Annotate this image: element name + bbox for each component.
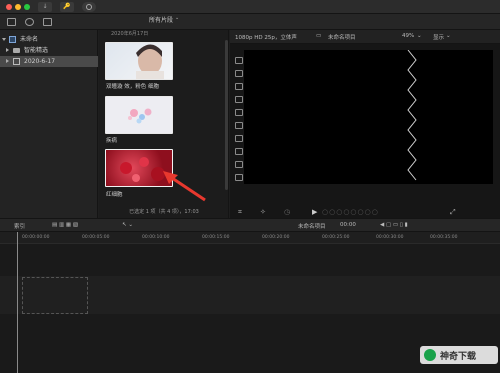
disclosure-triangle-icon[interactable]: [6, 48, 9, 52]
filmstrip-frame: [235, 96, 243, 103]
viewer: 1080p HD 25p，立体声 ▭ 未命名项目 49% ⌄ 显示 ⌄ ⌗ ✧ …: [230, 30, 500, 218]
enhance-icon[interactable]: ✧: [260, 208, 266, 216]
sidebar-item-library[interactable]: 未命名: [0, 34, 98, 45]
browser-status: 已选定 1 项（共 4 项），17:03: [129, 209, 199, 215]
ruler-tick-label: 00:00:00:00: [22, 235, 50, 240]
display-dropdown[interactable]: 显示: [433, 33, 444, 41]
empty-storyline-placeholder: [22, 277, 88, 314]
chevron-down-icon: ⌄: [175, 15, 180, 21]
filmstrip-frame: [235, 135, 243, 142]
ruler-tick-label: 00:00:35:00: [430, 235, 458, 240]
watermark-logo-icon: [424, 349, 436, 361]
select-tool-icon[interactable]: ↖ ⌄: [122, 222, 133, 228]
browser-header: 所有片段 ⌄ 2020年6月17日: [99, 15, 229, 40]
format-label: 1080p HD 25p，立体声: [235, 35, 297, 41]
clip-image: [136, 44, 164, 79]
chevron-down-icon: ⌄: [417, 33, 422, 39]
filmstrip-frame: [235, 70, 243, 77]
timecode-display: ○○○○○○○○: [322, 208, 379, 216]
clip-image: [128, 108, 152, 124]
filmstrip-frame: [235, 148, 243, 155]
ruler-tick-label: 00:00:20:00: [262, 235, 290, 240]
zigzag-line: [407, 49, 417, 181]
browser-toolbar: [0, 14, 500, 30]
project-icon: ▭: [316, 33, 322, 39]
ruler-tick-label: 00:00:15:00: [202, 235, 230, 240]
keyword-button[interactable]: 🔑: [60, 2, 74, 12]
disclosure-triangle-icon[interactable]: [2, 38, 6, 41]
event-icon: [13, 58, 20, 65]
sidebar-item-label: 2020-6-17: [24, 58, 56, 65]
ruler-tick-label: 00:00:30:00: [376, 235, 404, 240]
filmstrip-frame: [235, 174, 243, 181]
photos-audio-icon[interactable]: [25, 18, 34, 26]
ruler-tick-label: 00:00:10:00: [142, 235, 170, 240]
index-button[interactable]: 索引: [14, 222, 25, 230]
timeline-header: 索引 ▤ ▥ ▦ ▧ ↖ ⌄ 未命名项目 00:00 ◀ ▢ ▭ ▯ ▮: [0, 218, 500, 232]
close-window-button[interactable]: [6, 4, 12, 10]
viewer-screen[interactable]: [244, 49, 493, 184]
playhead[interactable]: [17, 232, 18, 373]
ruler-tick-label: 00:00:25:00: [322, 235, 350, 240]
timeline-duration: 00:00: [340, 222, 356, 228]
browser-scrollbar[interactable]: [225, 40, 228, 190]
timeline-tools-icon[interactable]: ▤ ▥ ▦ ▧: [52, 222, 78, 228]
filmstrip-frame: [235, 83, 243, 90]
filter-dropdown[interactable]: 所有片段: [149, 15, 173, 24]
watermark-text: 神奇下载: [440, 352, 477, 362]
event-date-header: 2020年6月17日: [111, 31, 149, 37]
fullscreen-icon[interactable]: ⤢: [450, 208, 456, 217]
folder-icon: [13, 48, 20, 53]
import-button[interactable]: ↓: [38, 2, 52, 12]
libraries-sidebar: 未命名 智能精选 2020-6-17: [0, 30, 98, 218]
library-icon: [9, 36, 16, 43]
clip-browser: 所有片段 ⌄ 2020年6月17日 双瞳漩 效，粉色 细胞 疾病 红细胞 已选定…: [99, 15, 229, 218]
clip-label: 双瞳漩 效，粉色 细胞: [106, 84, 159, 90]
viewer-controls: ⌗ ✧ ◷ ▶ ○○○○○○○○ ⤢: [230, 206, 500, 218]
zoom-dropdown[interactable]: 49%: [402, 33, 414, 39]
libraries-icon[interactable]: [7, 18, 16, 26]
play-icon[interactable]: ▶: [312, 208, 317, 216]
titles-generators-icon[interactable]: [43, 18, 52, 26]
sidebar-item-label: 未命名: [20, 36, 39, 43]
filmstrip-frame: [235, 109, 243, 116]
timeline-view-icons[interactable]: ◀ ▢ ▭ ▯ ▮: [380, 222, 408, 228]
minimize-window-button[interactable]: [15, 4, 21, 10]
chevron-down-icon: ⌄: [446, 33, 451, 39]
viewer-header: 1080p HD 25p，立体声 ▭ 未命名项目 49% ⌄ 显示 ⌄: [230, 30, 500, 44]
timeline-project-name: 未命名项目: [298, 224, 326, 230]
clip-thumbnail[interactable]: [105, 96, 173, 134]
clip-thumbnail[interactable]: [105, 42, 173, 80]
ruler-tick-label: 00:00:05:00: [82, 235, 110, 240]
clip-label: 红细胞: [106, 192, 123, 198]
sidebar-item-event[interactable]: 2020-6-17: [0, 56, 98, 67]
transform-icon[interactable]: ⌗: [238, 208, 242, 217]
key-icon: 🔑: [63, 3, 71, 10]
clip-label: 疾病: [106, 138, 118, 144]
project-name: 未命名项目: [328, 35, 356, 41]
speed-icon[interactable]: ◷: [284, 208, 290, 216]
filmstrip-frame: [235, 161, 243, 168]
sidebar-item-smart-collections[interactable]: 智能精选: [0, 45, 98, 56]
window-titlebar: ↓ 🔑: [0, 0, 500, 14]
filmstrip-frame: [235, 57, 243, 64]
filmstrip-frame: [235, 122, 243, 129]
background-tasks-button[interactable]: [82, 2, 96, 12]
sidebar-item-label: 智能精选: [24, 47, 49, 54]
watermark: 神奇下载: [420, 346, 498, 364]
zoom-window-button[interactable]: [24, 4, 30, 10]
timeline-ruler[interactable]: 00:00:00:00 00:00:05:00 00:00:10:00 00:0…: [0, 232, 500, 244]
disclosure-triangle-icon[interactable]: [6, 59, 9, 63]
annotation-arrow: [163, 171, 206, 202]
